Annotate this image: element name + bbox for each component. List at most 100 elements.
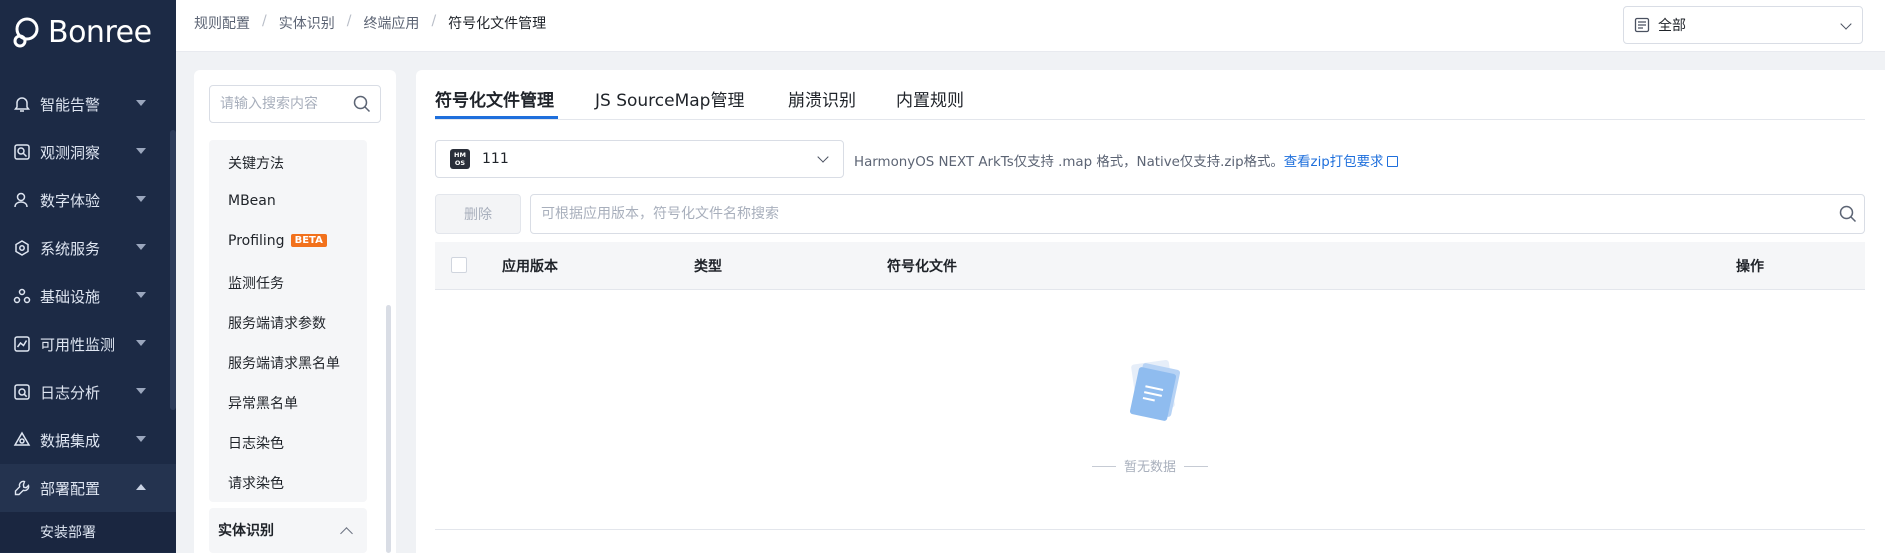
tree-item[interactable]: 请求染色 — [228, 473, 284, 493]
top-bar: 规则配置 / 实体识别 / 终端应用 / 符号化文件管理 全部 — [176, 0, 1885, 52]
insight-icon — [12, 142, 32, 162]
sidebar-item-availability[interactable]: 可用性监测 — [0, 320, 176, 368]
chevron-down-icon — [136, 148, 146, 154]
rule-tree-panel: 关键方法 MBean Profiling BETA 监测任务 服务端请求参数 服务… — [194, 70, 396, 553]
delete-button[interactable]: 删除 — [435, 194, 521, 234]
tree-item[interactable]: 异常黑名单 — [228, 393, 298, 413]
scope-select[interactable]: 全部 — [1623, 6, 1863, 44]
tree-item-label: 监测任务 — [228, 276, 284, 292]
tree-scrollbar[interactable] — [386, 305, 391, 553]
tab-js-sourcemap[interactable]: JS SourceMap管理 — [595, 86, 744, 111]
tree-item[interactable]: 服务端请求参数 — [228, 313, 326, 333]
tree-item[interactable]: Profiling BETA — [228, 233, 327, 249]
sidebar-subitem-install-deploy[interactable]: 安装部署 — [0, 512, 176, 552]
file-search-input[interactable] — [530, 194, 1865, 234]
sidebar-scrollbar[interactable] — [170, 130, 176, 410]
tree-item-label: MBean — [228, 193, 276, 209]
bonree-logo-icon — [10, 15, 44, 49]
chevron-down-icon — [136, 100, 146, 106]
tab-bar: 符号化文件管理 JS SourceMap管理 崩溃识别 内置规则 — [435, 70, 1865, 120]
tree-item-label: 日志染色 — [228, 436, 284, 452]
tab-builtin-rules[interactable]: 内置规则 — [896, 86, 964, 111]
empty-state: 暂无数据 — [435, 290, 1865, 530]
user-experience-icon — [12, 190, 32, 210]
tree-item[interactable]: MBean — [228, 193, 276, 209]
sidebar-item-label: 数字体验 — [40, 191, 101, 210]
scope-icon — [1634, 17, 1650, 33]
chevron-down-icon — [136, 292, 146, 298]
data-integration-icon — [12, 430, 32, 450]
table-header: 应用版本 类型 符号化文件 操作 — [435, 242, 1865, 290]
sidebar-item-label: 智能告警 — [40, 95, 101, 114]
empty-document-icon — [1120, 356, 1190, 426]
sidebar-item-experience[interactable]: 数字体验 — [0, 176, 176, 224]
chevron-down-icon — [817, 151, 829, 163]
tree-group-label: 实体识别 — [218, 523, 274, 539]
tab-crash-recognition[interactable]: 崩溃识别 — [788, 86, 856, 111]
beta-badge: BETA — [290, 234, 327, 247]
tree-item-label: 服务端请求黑名单 — [228, 356, 340, 372]
tree-item-label: 异常黑名单 — [228, 396, 298, 412]
app-select[interactable]: HM OS 111 — [435, 140, 844, 178]
tree-item-label: 关键方法 — [228, 156, 284, 172]
tree-item[interactable]: 关键方法 — [228, 153, 284, 173]
scope-select-value: 全部 — [1658, 18, 1686, 34]
external-link-icon — [1387, 156, 1399, 167]
system-service-icon — [12, 238, 32, 258]
chevron-up-icon — [340, 527, 353, 540]
chevron-down-icon — [136, 436, 146, 442]
sidebar-item-label: 基础设施 — [40, 287, 101, 306]
column-header-app-version: 应用版本 — [502, 259, 558, 275]
sidebar-item-label: 可用性监测 — [40, 335, 116, 354]
sidebar-item-data-integration[interactable]: 数据集成 — [0, 416, 176, 464]
active-tab-indicator — [435, 116, 558, 119]
divider — [1184, 466, 1208, 467]
sidebar-item-alert[interactable]: 智能告警 — [0, 80, 176, 128]
tree-item[interactable]: 监测任务 — [228, 273, 284, 293]
sidebar-item-infrastructure[interactable]: 基础设施 — [0, 272, 176, 320]
tree-item-label: 服务端请求参数 — [228, 316, 326, 332]
harmonyos-app-icon: HM OS — [450, 149, 470, 169]
empty-state-label: 暂无数据 — [1123, 460, 1176, 475]
tree-group-entity-recognition[interactable]: 实体识别 — [209, 508, 367, 553]
tab-symbol-files[interactable]: 符号化文件管理 — [435, 86, 554, 111]
app-select-value: 111 — [482, 151, 509, 167]
sidebar-item-deploy-config[interactable]: 部署配置 — [0, 464, 176, 512]
sidebar-item-system-service[interactable]: 系统服务 — [0, 224, 176, 272]
chevron-down-icon — [1840, 18, 1852, 30]
format-hint: HarmonyOS NEXT ArkTs仅支持 .map 格式，Native仅支… — [854, 150, 1399, 170]
infrastructure-icon — [12, 286, 32, 306]
column-header-actions: 操作 — [1736, 259, 1764, 275]
sidebar-item-log[interactable]: 日志分析 — [0, 368, 176, 416]
empty-state-text: 暂无数据 — [435, 456, 1865, 475]
search-icon[interactable] — [352, 94, 372, 114]
column-header-symbol-file: 符号化文件 — [887, 259, 957, 275]
breadcrumb-item[interactable]: 实体识别 — [279, 13, 335, 33]
breadcrumb-separator: / — [431, 13, 437, 29]
sidebar-item-label: 数据集成 — [40, 431, 101, 450]
breadcrumb-item[interactable]: 规则配置 — [194, 13, 250, 33]
breadcrumb-item[interactable]: 终端应用 — [363, 13, 419, 33]
chevron-down-icon — [136, 340, 146, 346]
tree-list: 关键方法 MBean Profiling BETA 监测任务 服务端请求参数 服务… — [209, 140, 367, 502]
logo[interactable]: Bonree — [10, 12, 152, 52]
format-hint-text: HarmonyOS NEXT ArkTs仅支持 .map 格式，Native仅支… — [854, 155, 1284, 170]
tree-item[interactable]: 日志染色 — [228, 433, 284, 453]
column-header-type: 类型 — [694, 259, 722, 275]
select-all-checkbox[interactable] — [451, 257, 467, 273]
tree-item-label: 请求染色 — [228, 476, 284, 492]
sidebar-item-label: 部署配置 — [40, 479, 101, 498]
wrench-icon — [12, 478, 32, 498]
tree-item-label: Profiling — [228, 233, 285, 249]
zip-requirements-link[interactable]: 查看zip打包要求 — [1284, 155, 1399, 170]
sidebar-item-insight[interactable]: 观测洞察 — [0, 128, 176, 176]
sidebar: Bonree 智能告警 观测洞察 数字体验 系统服务 基础设施 可用性监测 日志… — [0, 0, 176, 553]
chevron-down-icon — [136, 196, 146, 202]
chevron-up-icon — [136, 484, 146, 490]
chevron-down-icon — [136, 244, 146, 250]
breadcrumb-current: 符号化文件管理 — [448, 16, 547, 32]
main-panel: 符号化文件管理 JS SourceMap管理 崩溃识别 内置规则 HM OS 1… — [416, 70, 1885, 553]
tree-item[interactable]: 服务端请求黑名单 — [228, 353, 340, 373]
sidebar-subitem-label: 安装部署 — [40, 525, 96, 541]
search-icon[interactable] — [1838, 204, 1858, 224]
